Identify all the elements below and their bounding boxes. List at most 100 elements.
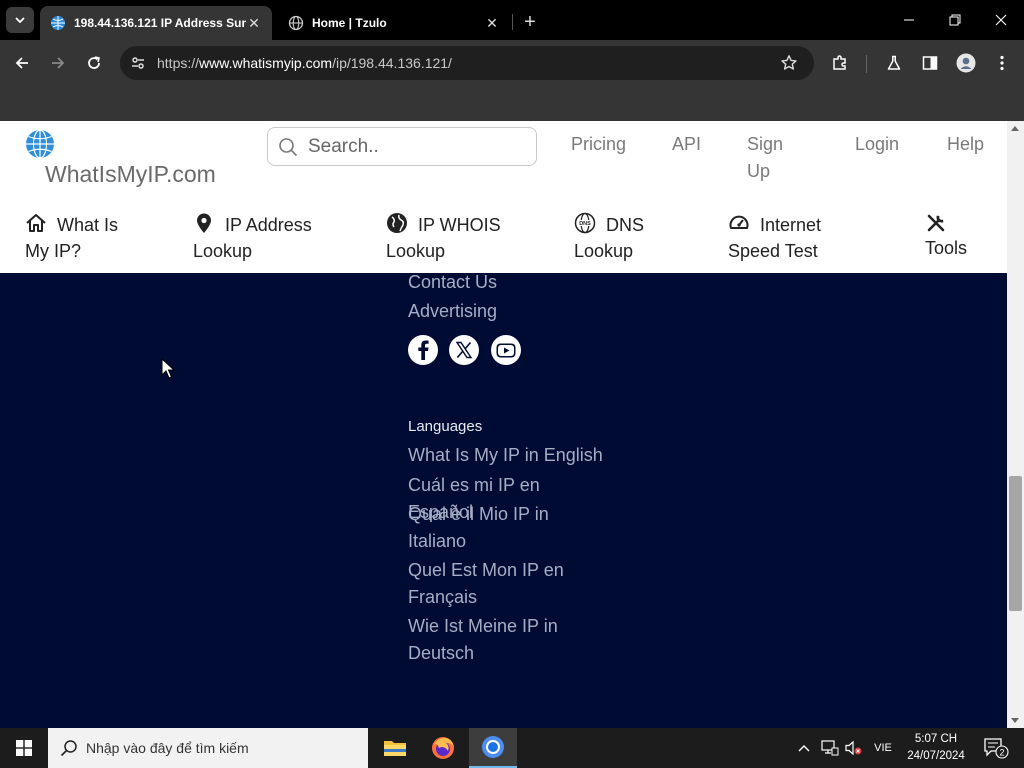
taskbar-search-placeholder: Nhập vào đây để tìm kiếm [86, 740, 249, 756]
arrow-left-icon [15, 57, 28, 69]
close-window-button[interactable] [978, 4, 1024, 36]
volume-button[interactable] [842, 728, 864, 768]
close-icon[interactable]: ✕ [484, 15, 500, 31]
help-link[interactable]: Help [947, 131, 984, 158]
notifications-icon: 2 [984, 738, 1009, 759]
speedometer-icon [729, 215, 749, 229]
start-button[interactable] [0, 728, 48, 768]
globe-logo-icon[interactable] [25, 129, 55, 159]
api-link[interactable]: API [672, 131, 701, 158]
search-input[interactable] [308, 134, 528, 160]
address-bar[interactable]: https://www.whatismyip.com/ip/198.44.136… [120, 46, 814, 80]
chrome-app[interactable] [469, 728, 517, 768]
forward-button[interactable] [44, 49, 72, 77]
nav-label: Tools [925, 238, 968, 258]
chevron-up-icon [798, 745, 810, 752]
youtube-icon [496, 343, 516, 357]
close-icon [995, 14, 1007, 26]
labs-button[interactable] [880, 49, 908, 77]
kebab-menu-icon [1000, 55, 1004, 71]
site-search [267, 127, 537, 166]
restore-button[interactable] [932, 4, 978, 36]
facebook-icon [418, 340, 429, 360]
url-scheme: https:// [157, 55, 200, 71]
tools-icon [927, 214, 945, 232]
youtube-link[interactable] [491, 335, 521, 365]
dns-globe-icon: DNS [574, 212, 596, 234]
nav-ip-address-lookup[interactable]: IP Address Lookup [193, 212, 333, 264]
scroll-down-arrow-icon[interactable] [1011, 718, 1019, 723]
nav-internet-speed-test[interactable]: Internet Speed Test [728, 212, 868, 264]
menu-button[interactable] [988, 49, 1016, 77]
home-icon [26, 214, 46, 232]
clock-date: 24/07/2024 [907, 750, 965, 762]
bookmark-star-icon[interactable] [780, 54, 798, 72]
profile-button[interactable] [952, 49, 980, 77]
windows-taskbar: Nhập vào đây để tìm kiếm VIE 5:07 CH 24/… [0, 728, 1024, 768]
network-button[interactable] [818, 728, 842, 768]
windows-logo-icon [16, 740, 32, 756]
reload-button[interactable] [80, 49, 108, 77]
sign-up-link[interactable]: Sign Up [747, 131, 795, 185]
chrome-icon [482, 736, 504, 758]
page-scrollbar[interactable] [1007, 121, 1024, 728]
nav-tools[interactable]: Tools [925, 212, 985, 261]
restore-icon [949, 14, 961, 26]
login-link[interactable]: Login [855, 131, 899, 158]
site-logo[interactable]: WhatIsMyIP.com [45, 161, 216, 188]
tab-ip-summary[interactable]: 198.44.136.121 IP Address Summary ✕ [40, 6, 272, 40]
nav-dns-lookup[interactable]: DNS DNS Lookup [574, 212, 674, 264]
scroll-up-arrow-icon[interactable] [1011, 126, 1019, 131]
volume-muted-icon [845, 740, 862, 756]
chevron-down-icon [15, 17, 25, 24]
tab-title: Home | Tzulo [312, 16, 387, 30]
tab-search-button[interactable] [6, 7, 34, 33]
svg-text:DNS: DNS [579, 221, 591, 227]
notification-count: 2 [999, 748, 1004, 758]
input-language-button[interactable]: VIE [868, 728, 898, 768]
site-header: WhatIsMyIP.com Pricing API Sign Up Login… [0, 121, 1007, 273]
site-settings-icon[interactable] [130, 55, 146, 71]
globe-icon [288, 15, 304, 31]
folder-icon [384, 741, 406, 756]
language-link-italian[interactable]: Qual è il Mio IP in Italiano [408, 501, 568, 555]
firefox-app[interactable] [419, 728, 467, 768]
browser-tab-bar: 198.44.136.121 IP Address Summary ✕ Home… [0, 0, 1024, 40]
tab-home-tzulo[interactable]: Home | Tzulo ✕ [278, 6, 510, 40]
x-twitter-link[interactable] [449, 335, 479, 365]
whatismyip-favicon-icon [51, 16, 65, 30]
file-explorer-app[interactable] [371, 728, 419, 768]
extensions-button[interactable] [826, 49, 854, 77]
language-link-english[interactable]: What Is My IP in English [408, 442, 608, 469]
browser-toolbar: https://www.whatismyip.com/ip/198.44.136… [0, 40, 1024, 86]
pricing-link[interactable]: Pricing [571, 131, 626, 158]
nav-ip-whois-lookup[interactable]: IP WHOIS Lookup [386, 212, 526, 264]
tab-separator [512, 14, 513, 30]
advertising-link[interactable]: Advertising [408, 298, 497, 325]
clock-time: 5:07 CH [914, 733, 958, 745]
facebook-link[interactable] [408, 335, 438, 365]
location-pin-icon [197, 213, 211, 233]
system-clock[interactable]: 5:07 CH 24/07/2024 [898, 731, 974, 765]
mouse-cursor-icon [161, 358, 175, 379]
new-tab-button[interactable]: + [518, 10, 542, 34]
reload-icon [88, 56, 100, 69]
minimize-button[interactable] [886, 4, 932, 36]
tab-title: 198.44.136.121 IP Address Summary [74, 16, 246, 30]
flask-icon [887, 55, 901, 70]
contact-us-link[interactable]: Contact Us [408, 269, 497, 296]
avatar-icon [956, 53, 976, 73]
side-panel-button[interactable] [916, 49, 944, 77]
nav-what-is-my-ip[interactable]: What Is My IP? [25, 212, 145, 264]
search-icon [279, 138, 298, 157]
language-link-german[interactable]: Wie Ist Meine IP in Deutsch [408, 613, 568, 667]
taskbar-search[interactable]: Nhập vào đây để tìm kiếm [48, 728, 368, 768]
back-button[interactable] [8, 49, 36, 77]
search-icon [60, 740, 77, 757]
language-link-french[interactable]: Quel Est Mon IP en Français [408, 557, 568, 611]
show-hidden-icons-button[interactable] [794, 728, 814, 768]
scroll-thumb[interactable] [1009, 476, 1022, 611]
x-twitter-icon [455, 341, 473, 359]
close-icon[interactable]: ✕ [246, 15, 262, 31]
action-center-button[interactable]: 2 [978, 728, 1014, 768]
